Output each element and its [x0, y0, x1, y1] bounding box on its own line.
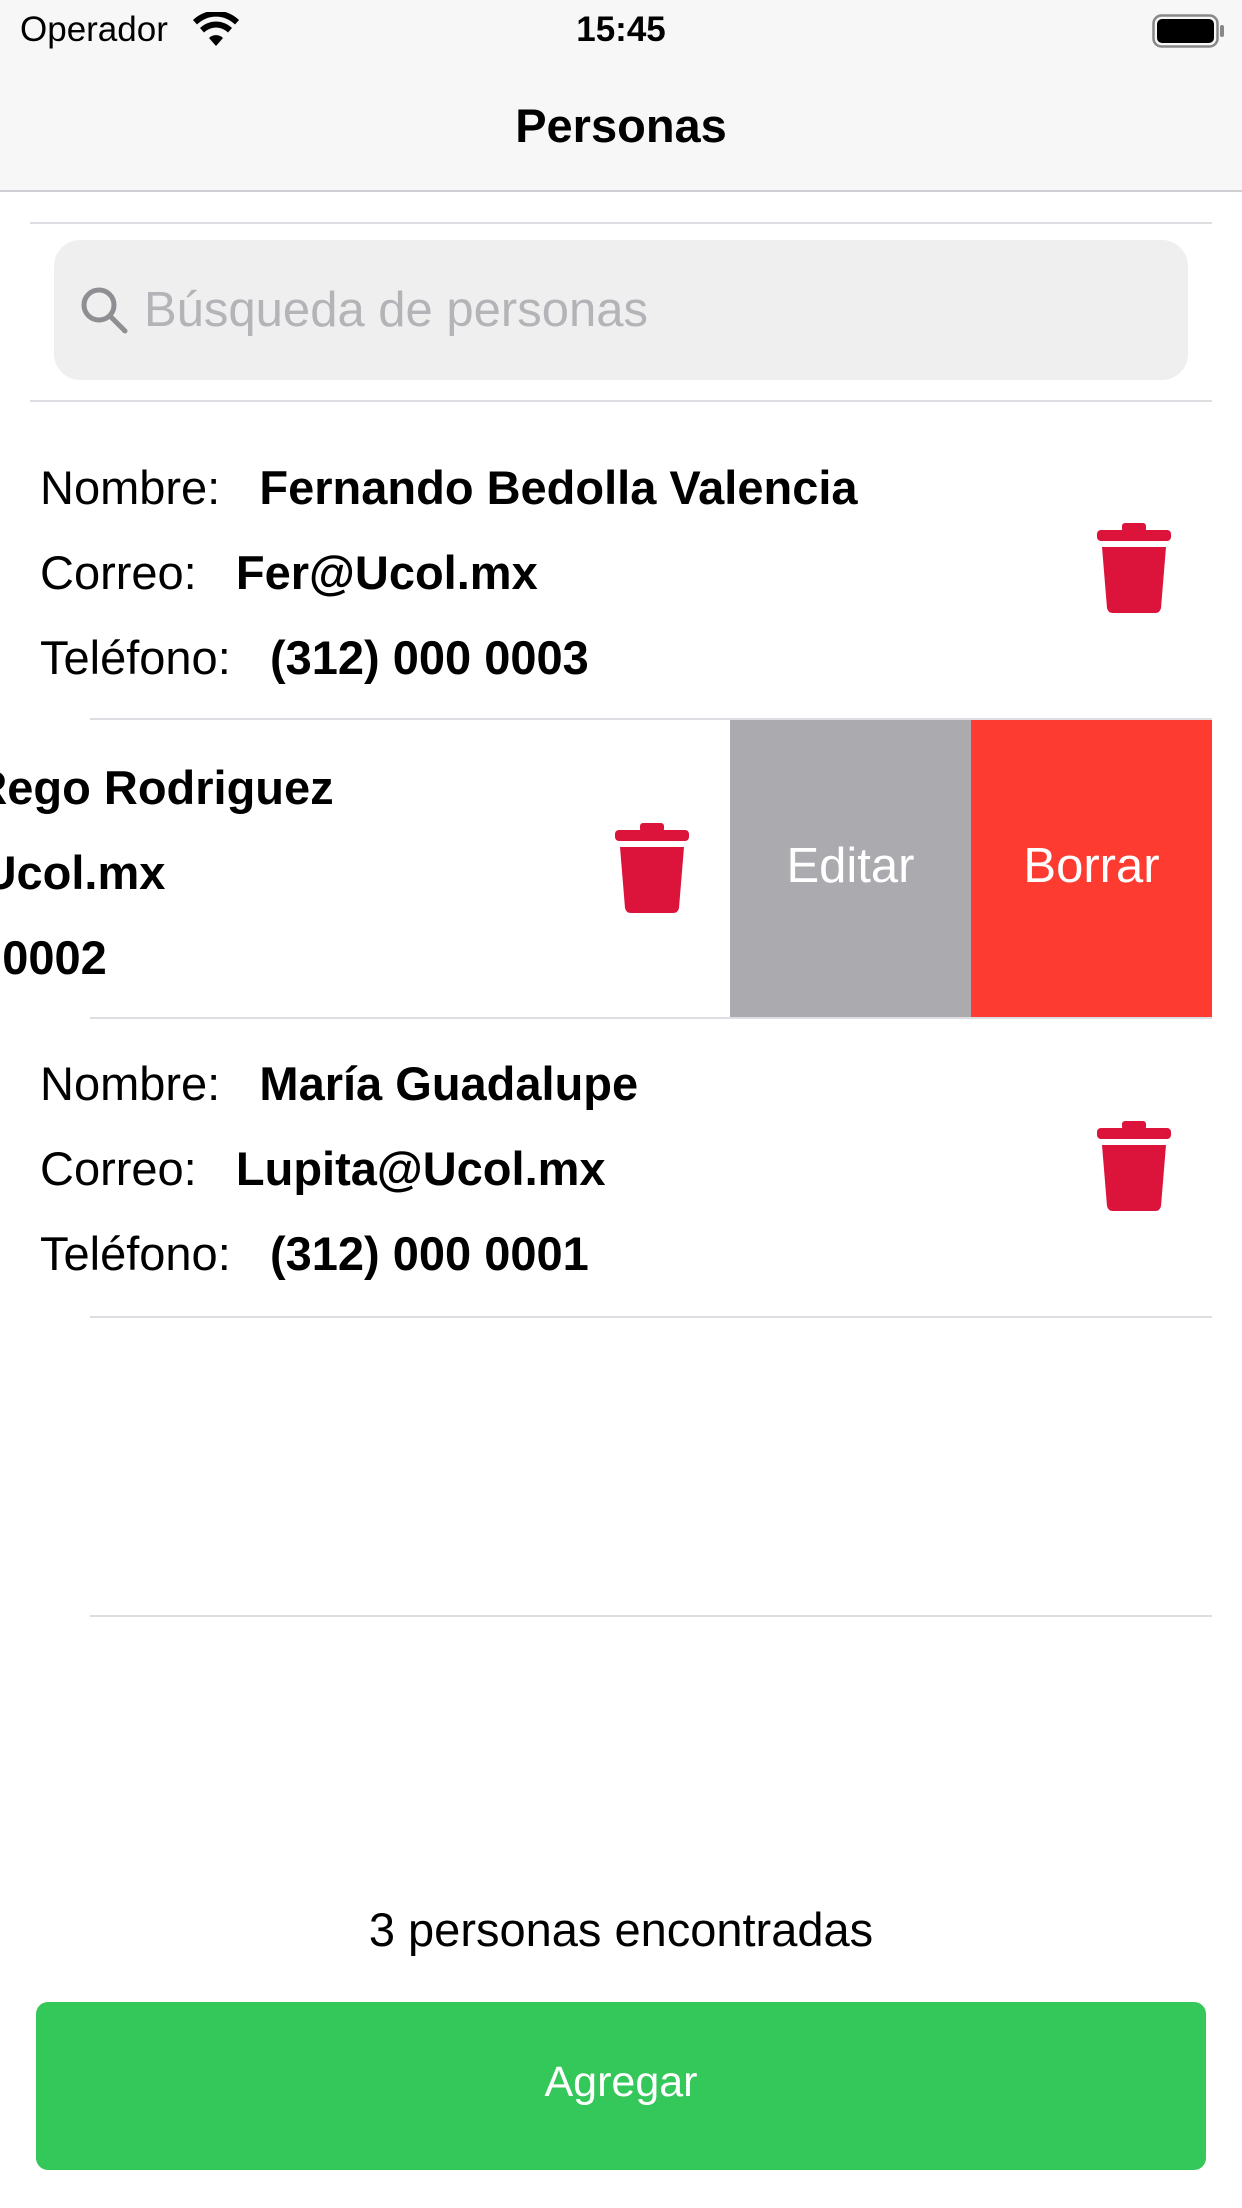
person-phone: (312) 000 0001: [269, 1227, 589, 1280]
trash-icon[interactable]: [1095, 1120, 1173, 1212]
edit-action-label: Editar: [786, 839, 915, 893]
results-count: 3 personas encontradas: [368, 1903, 874, 1956]
delete-action-button[interactable]: Borrar: [971, 720, 1212, 1018]
person-email-line: Correo: Paqueta@Ucol.mx: [0, 845, 165, 900]
person-email-line: Correo: Fer@Ucol.mx: [40, 545, 538, 600]
person-email: Paqueta@Ucol.mx: [0, 846, 166, 899]
table-row[interactable]: Nombre: Fernando Bedolla Valencia Correo…: [0, 420, 1242, 718]
trash-icon[interactable]: [1095, 522, 1173, 614]
status-time: 15:45: [576, 10, 666, 49]
person-name: Paqueta Rego Rodriguez: [0, 761, 334, 814]
name-label: Nombre:: [40, 461, 221, 514]
divider: [90, 1017, 1212, 1019]
table-row[interactable]: Nombre: María Guadalupe Correo: Lupita@U…: [0, 1020, 1242, 1318]
edit-action-button[interactable]: Editar: [730, 720, 971, 1018]
person-email-line: Correo: Lupita@Ucol.mx: [40, 1141, 606, 1196]
email-label: Correo:: [40, 546, 197, 599]
person-name-line: Nombre: María Guadalupe: [40, 1056, 638, 1111]
search-icon: [81, 287, 128, 334]
delete-action-label: Borrar: [1023, 839, 1160, 893]
person-email: Lupita@Ucol.mx: [235, 1142, 606, 1195]
email-label: Correo:: [40, 1142, 197, 1195]
person-phone: (312) 000 0003: [269, 631, 589, 684]
search-bar[interactable]: [54, 240, 1188, 380]
person-name: María Guadalupe: [259, 1057, 639, 1110]
navigation-bar: Personas: [0, 62, 1242, 192]
person-email: Fer@Ucol.mx: [235, 546, 538, 599]
person-phone-line: Teléfono: (312) 000 0002: [0, 930, 107, 985]
person-name: Fernando Bedolla Valencia: [259, 461, 858, 514]
person-phone: (312) 000 0002: [0, 931, 107, 984]
divider: [30, 400, 1212, 402]
trash-icon[interactable]: [613, 822, 691, 914]
table-row-swiped[interactable]: Nombre: Paqueta Rego Rodriguez Correo: P…: [0, 720, 730, 1018]
status-bar: Operador 15:45: [0, 0, 1242, 62]
person-name-line: Nombre: Paqueta Rego Rodriguez: [0, 760, 334, 815]
phone-label: Teléfono:: [40, 1227, 231, 1280]
search-input[interactable]: [144, 270, 1144, 350]
divider: [90, 1615, 1212, 1617]
phone-label: Teléfono:: [40, 631, 231, 684]
add-button-label: Agregar: [544, 2058, 698, 2106]
name-label: Nombre:: [40, 1057, 221, 1110]
person-phone-line: Teléfono: (312) 000 0003: [40, 630, 589, 685]
person-name-line: Nombre: Fernando Bedolla Valencia: [40, 460, 858, 515]
add-button[interactable]: Agregar: [36, 2002, 1206, 2170]
divider: [30, 222, 1212, 224]
page-title: Personas: [515, 99, 727, 152]
divider: [90, 1316, 1212, 1318]
battery-icon: [1152, 14, 1224, 48]
person-phone-line: Teléfono: (312) 000 0001: [40, 1226, 589, 1281]
